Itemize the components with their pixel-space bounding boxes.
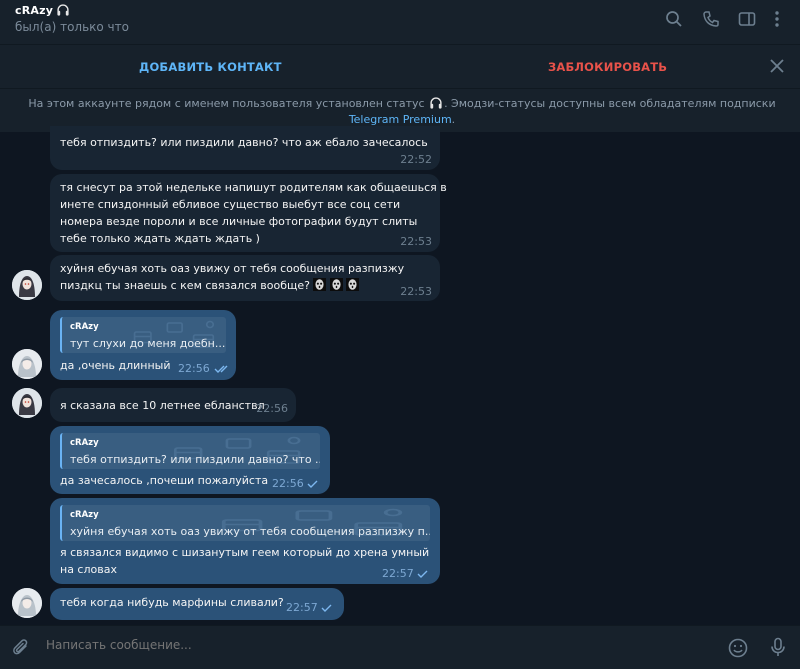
headphones-emoji-status-icon (56, 3, 70, 17)
chat-title[interactable]: cRAzy (15, 3, 70, 17)
avatar[interactable] (12, 388, 42, 418)
message-text: на словах (60, 563, 117, 576)
reply-text: хуйня ебучая хоть оаз увижу от тебя сооб… (70, 525, 430, 538)
message-text: я сказала все 10 летнее ебланствл (60, 399, 265, 412)
message-text: тебе только ждать ждать ждать ) (60, 232, 260, 245)
reply-author: cRAzy (70, 438, 99, 448)
reply-author: cRAzy (70, 510, 99, 520)
message-text: номера везде пороли и все личные фотогра… (60, 215, 418, 228)
avatar[interactable] (12, 270, 42, 300)
message-text: тебя отпиздить? или пиздили давно? что а… (60, 136, 428, 149)
message-time: 22:53 (400, 285, 432, 298)
notice-text-after: . Эмодзи-статусы доступны всем обладател… (444, 97, 776, 110)
reply-text: тебя отпиздить? или пиздили давно? что .… (70, 453, 320, 466)
message-time: 22:57 (286, 601, 318, 614)
message-time: 22:56 (256, 402, 288, 415)
message-text: инете спиздонный ебливое существо выебут… (60, 198, 401, 211)
scream-face-emoji-icon (313, 278, 326, 291)
reply-quote[interactable]: cRAzy тут слухи до меня доебн... (60, 317, 226, 353)
message-bubble[interactable]: cRAzy тебя отпиздить? или пиздили давно?… (50, 426, 330, 494)
message-text: да ,очень длинный (60, 359, 171, 372)
block-user-button[interactable]: ЗАБЛОКИРОВАТЬ (548, 60, 667, 74)
reply-text: тут слухи до меня доебн... (70, 337, 226, 350)
message-bubble[interactable]: тя снесут ра этой недельке напишут родит… (50, 174, 447, 252)
message-text: тебя когда нибудь марфины сливали? (60, 596, 284, 609)
sidebar-toggle-icon[interactable] (737, 9, 757, 29)
notice-text-end: . (451, 113, 456, 126)
message-time: 22:56 (272, 477, 304, 490)
reply-quote[interactable]: cRAzy тебя отпиздить? или пиздили давно?… (60, 433, 320, 469)
check-icon (318, 603, 336, 613)
message-bubble[interactable]: cRAzy хуйня ебучая хоть оаз увижу от теб… (50, 498, 440, 584)
avatar[interactable] (12, 588, 42, 618)
notice-text-before: На этом аккаунте рядом с именем пользова… (28, 97, 425, 110)
message-bubble[interactable]: хуйня ебучая хоть оаз увижу от тебя сооб… (50, 255, 440, 301)
chat-header: cRAzy был(а) только что (0, 0, 800, 44)
double-check-icon (214, 364, 232, 374)
last-seen-status: был(а) только что (15, 20, 129, 34)
message-text: хуйня ебучая хоть оаз увижу от тебя сооб… (60, 262, 405, 275)
message-time: 22:56 (178, 362, 210, 375)
message-text-line: пиздкц ты знаешь с кем связался вообще? (60, 277, 359, 294)
message-text: я связался видимо с шизанутым геем котор… (60, 546, 430, 559)
check-icon (414, 569, 432, 579)
more-vert-icon[interactable] (767, 9, 787, 29)
message-time: 22:57 (382, 567, 414, 580)
headphones-icon (428, 96, 444, 110)
microphone-icon[interactable] (767, 636, 789, 658)
add-contact-button[interactable]: ДОБАВИТЬ КОНТАКТ (139, 60, 282, 74)
scream-face-emoji-icon (346, 278, 359, 291)
message-text: да зачесалось ,почеши пожалуйста (60, 474, 269, 487)
message-bubble[interactable]: тебя когда нибудь марфины сливали? 22:57 (50, 588, 344, 620)
message-time: 22:53 (400, 235, 432, 248)
avatar[interactable] (12, 349, 42, 379)
telegram-premium-link[interactable]: Telegram Premium (349, 113, 452, 126)
attach-paperclip-icon[interactable] (10, 637, 32, 659)
message-bubble[interactable]: cRAzy тут слухи до меня доебн... да ,оче… (50, 310, 236, 380)
close-icon[interactable] (768, 57, 786, 75)
message-bubble[interactable]: я сказала все 10 летнее ебланствл 22:56 (50, 388, 296, 422)
search-icon[interactable] (664, 9, 684, 29)
reply-author: cRAzy (70, 322, 99, 332)
emoji-smile-icon[interactable] (727, 637, 749, 659)
phone-icon[interactable] (701, 9, 721, 29)
contact-action-bar: ДОБАВИТЬ КОНТАКТ ЗАБЛОКИРОВАТЬ (0, 44, 800, 88)
message-input[interactable] (46, 638, 646, 652)
message-text: тя снесут ра этой недельке напишут родит… (60, 181, 447, 194)
chat-title-text: cRAzy (15, 4, 54, 17)
message-input-bar (0, 625, 800, 669)
message-bubble[interactable]: тебя отпиздить? или пиздили давно? что а… (50, 126, 440, 170)
reply-quote[interactable]: cRAzy хуйня ебучая хоть оаз увижу от теб… (60, 505, 430, 541)
message-text: пиздкц ты знаешь с кем связался вообще? (60, 279, 310, 292)
scream-face-emoji-icon (330, 278, 343, 291)
message-time: 22:52 (400, 153, 432, 166)
check-icon (304, 479, 322, 489)
